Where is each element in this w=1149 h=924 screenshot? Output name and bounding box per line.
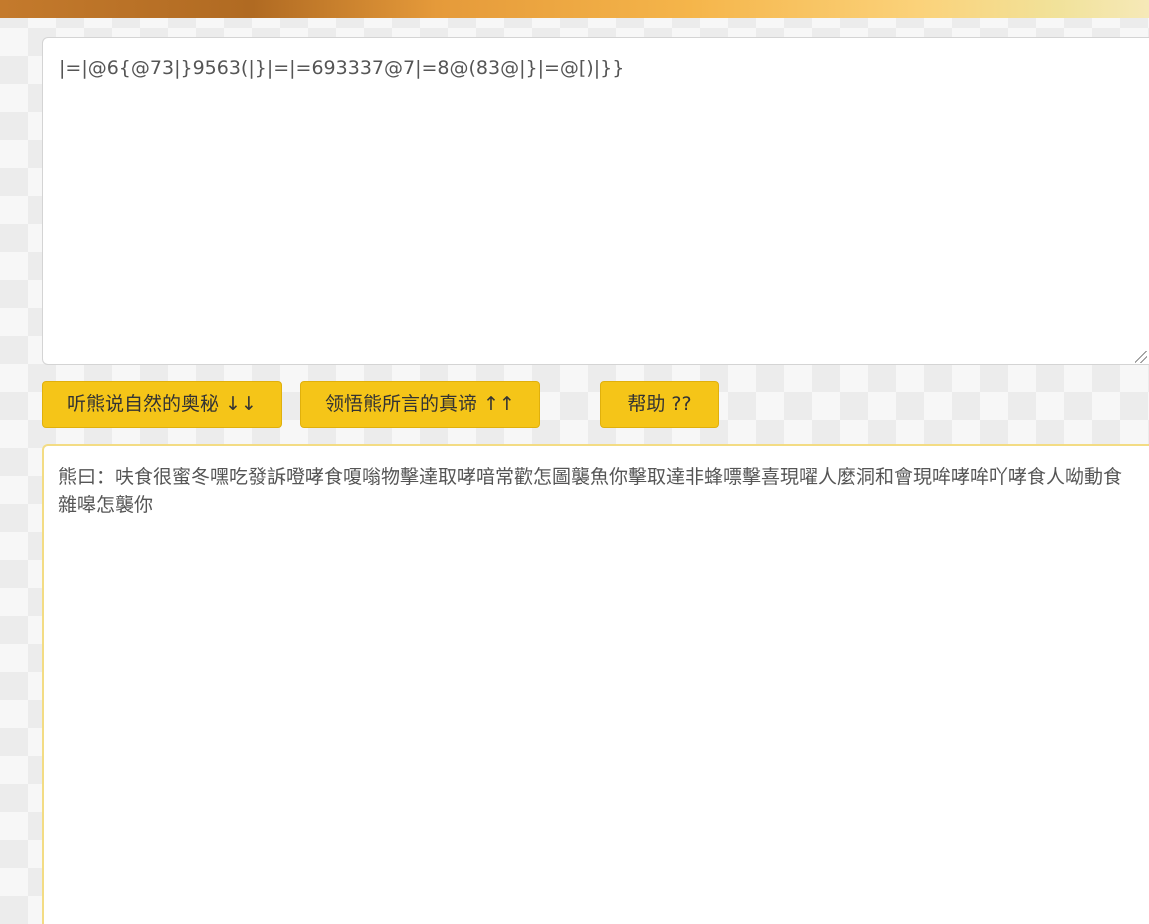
resize-grip-icon[interactable]	[1135, 351, 1147, 363]
decode-button[interactable]: 领悟熊所言的真谛 ↑↑	[300, 381, 540, 428]
encode-button[interactable]: 听熊说自然的奥秘 ↓↓	[42, 381, 282, 428]
plain-text-input[interactable]: |=|@6{@73|}9563(|}|=|=693337@7|=8@(83@|}…	[42, 37, 1149, 365]
top-banner-image	[0, 0, 1149, 18]
help-button[interactable]: 帮助 ??	[600, 381, 719, 428]
bear-text-output[interactable]: 熊曰：呋食很蜜冬嘿吃發訴噔哮食嗄嗡物擊達取哮喑常歡怎圖襲魚你擊取達非蜂嘌擊喜現嚁…	[42, 444, 1149, 924]
